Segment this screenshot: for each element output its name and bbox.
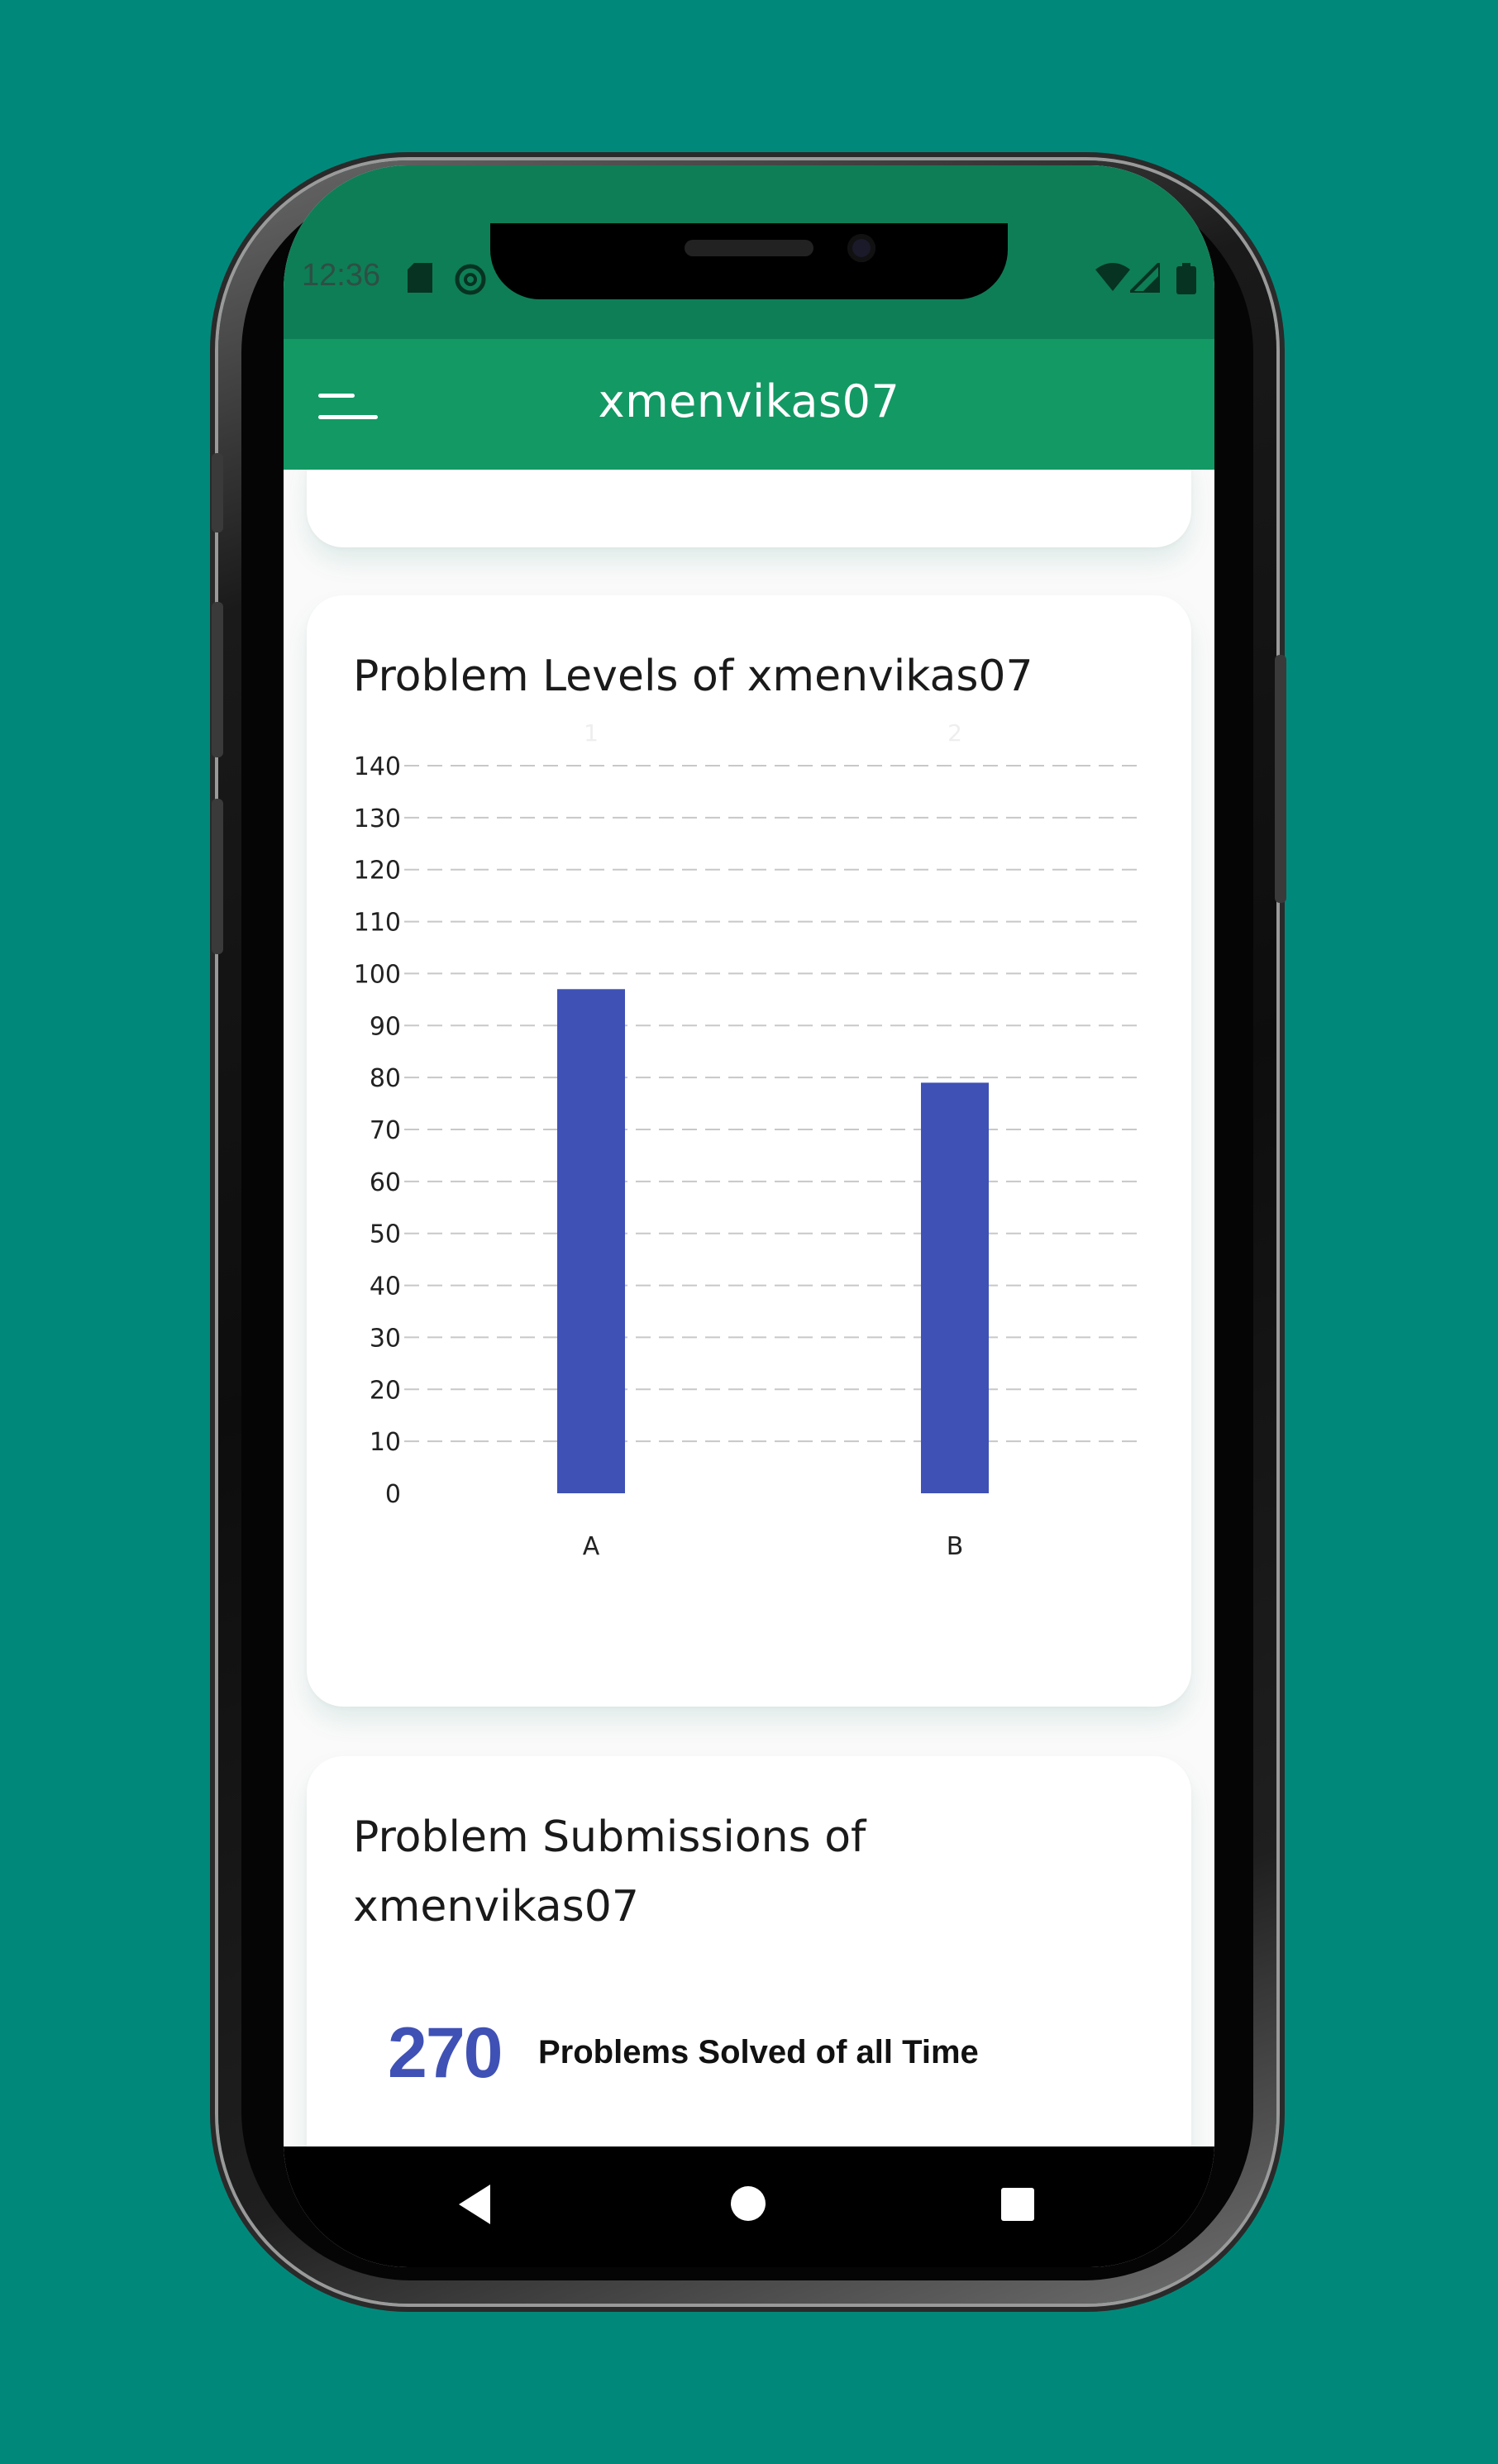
bar-b — [921, 1082, 989, 1493]
y-tick-label: 140 — [354, 752, 401, 781]
y-tick-label: 30 — [370, 1324, 401, 1353]
y-tick-label: 40 — [370, 1273, 401, 1301]
earpiece-speaker — [685, 240, 813, 256]
status-time: 12:36 — [302, 258, 381, 293]
volume-down-button — [212, 602, 223, 757]
bar-a — [557, 989, 625, 1493]
navigation-bar — [284, 2146, 1214, 2267]
y-tick-label: 20 — [370, 1376, 401, 1405]
home-icon[interactable] — [731, 2186, 766, 2221]
problem-submissions-card: Problem Submissions of xmenvikas07 270 P… — [307, 1756, 1191, 2146]
y-tick-label: 0 — [385, 1480, 401, 1509]
y-tick-label: 110 — [354, 909, 401, 938]
y-tick-label: 120 — [354, 857, 401, 886]
app-bar-title: xmenvikas07 — [598, 375, 900, 427]
app-bar: xmenvikas07 — [284, 339, 1214, 470]
y-tick-label: 90 — [370, 1012, 401, 1041]
wifi-icon — [1095, 263, 1130, 298]
at-sign-icon — [454, 263, 487, 302]
scroll-content[interactable]: Problem Levels of xmenvikas07 0 10 20 30 40 5… — [284, 470, 1214, 2146]
y-tick-label: 100 — [354, 960, 401, 989]
back-icon[interactable] — [459, 2185, 490, 2224]
recents-icon[interactable] — [1001, 2188, 1034, 2221]
phone-screen: 12:36 xmenvikas07 Problem Levels of xmen… — [284, 165, 1214, 2267]
problems-solved-label: Problems Solved of all Time — [538, 2034, 979, 2070]
problem-submissions-title: Problem Submissions of xmenvikas07 — [353, 1812, 866, 1932]
previous-card — [307, 470, 1191, 547]
top-axis-label: 1 — [584, 719, 599, 747]
x-tick-label: B — [947, 1532, 964, 1561]
front-camera — [847, 234, 875, 262]
y-tick-label: 60 — [370, 1168, 401, 1197]
y-tick-label: 50 — [370, 1220, 401, 1249]
y-tick-label: 70 — [370, 1116, 401, 1145]
problems-solved-count: 270 — [388, 2013, 503, 2093]
signal-icon — [1126, 259, 1162, 298]
silent-switch — [212, 799, 223, 954]
y-tick-label: 130 — [354, 805, 401, 833]
top-axis-label: 2 — [947, 719, 962, 747]
screen-notch — [490, 223, 1008, 299]
volume-up-button — [212, 453, 223, 532]
y-tick-label: 10 — [370, 1428, 401, 1457]
sd-card-icon — [408, 263, 432, 298]
problem-levels-chart: 0 10 20 30 40 50 60 70 80 90 100 110 120 130 140 A 1 B 2 — [354, 719, 1142, 1561]
problem-levels-card: Problem Levels of xmenvikas07 0 10 20 30 40 5… — [307, 595, 1191, 1707]
y-tick-label: 80 — [370, 1064, 401, 1093]
battery-icon — [1176, 263, 1196, 300]
x-tick-label: A — [583, 1532, 600, 1561]
power-button — [1275, 655, 1286, 903]
